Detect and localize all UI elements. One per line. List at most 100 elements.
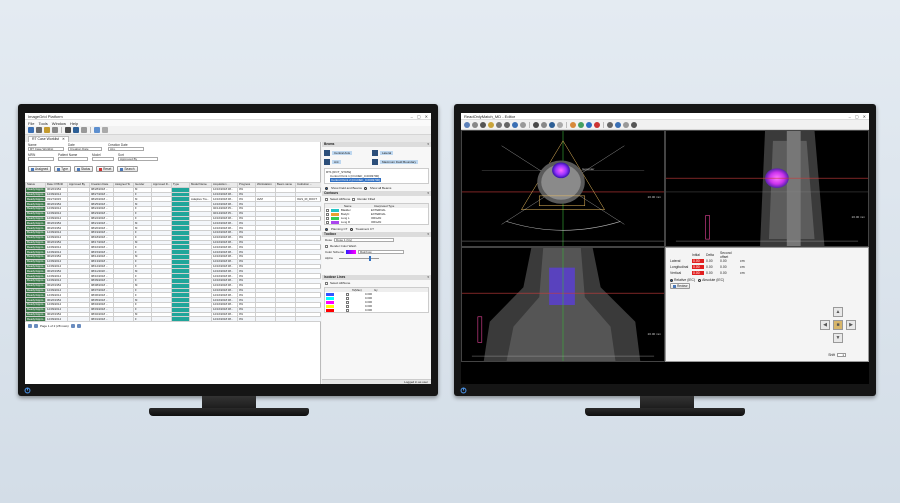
isodose-checkbox[interactable] bbox=[346, 308, 349, 312]
annotate-icon[interactable] bbox=[512, 121, 518, 128]
prev-page-icon[interactable] bbox=[34, 324, 38, 328]
minimize-icon[interactable]: – bbox=[849, 114, 851, 119]
axial-view[interactable]: Isocenter 20.00 mm bbox=[461, 130, 665, 247]
open-icon[interactable] bbox=[28, 127, 34, 133]
isodose-checkbox[interactable] bbox=[346, 296, 349, 300]
link-icon[interactable] bbox=[557, 121, 563, 128]
arrow-down-icon[interactable]: ▼ bbox=[833, 333, 843, 343]
isodose-header[interactable]: Isodose Lines ▾ bbox=[322, 275, 431, 280]
shift-initial-value[interactable]: 0.00 bbox=[692, 270, 706, 276]
treatment-ct-radio[interactable] bbox=[349, 227, 353, 231]
menu-help[interactable]: Help bbox=[70, 121, 78, 126]
arrow-right-icon[interactable]: ▶ bbox=[846, 320, 856, 330]
contour-color-swatch[interactable] bbox=[331, 220, 339, 224]
contour-row[interactable]: Lung R ORGAN bbox=[325, 220, 428, 224]
contour-color-swatch[interactable] bbox=[331, 216, 339, 220]
beam-item-max-field[interactable]: Maximum Field Boundary bbox=[372, 158, 418, 165]
isodose-color-swatch[interactable] bbox=[326, 300, 334, 304]
pin-icon[interactable]: ▾ bbox=[427, 142, 431, 147]
select-all-contours-checkbox[interactable] bbox=[325, 197, 328, 201]
contrast-icon[interactable] bbox=[488, 121, 494, 128]
table-row[interactable]: Ready/Appro... 12/09/2014 08/01/2018 ... F 1… bbox=[25, 316, 321, 322]
shift-input[interactable]: 1 bbox=[837, 353, 846, 357]
render-color-wash-checkbox[interactable] bbox=[325, 244, 328, 248]
arrow-left-icon[interactable]: ◀ bbox=[820, 320, 830, 330]
shift-initial-value[interactable]: 0.00 bbox=[692, 258, 706, 264]
search-button[interactable]: Search bbox=[117, 166, 138, 172]
shift-second-value[interactable]: 0.00 bbox=[720, 259, 740, 263]
show-all-radio[interactable] bbox=[363, 186, 367, 190]
pin-icon[interactable]: ▾ bbox=[427, 232, 431, 237]
beams-header[interactable]: Beams ▾ bbox=[322, 142, 431, 147]
color-scheme-select[interactable]: Rainbow bbox=[358, 250, 405, 254]
absolute-radio[interactable] bbox=[698, 278, 702, 282]
last-page-icon[interactable] bbox=[76, 324, 81, 328]
assigned-button[interactable]: Assigned bbox=[28, 166, 52, 172]
sort-select[interactable]: Approved By bbox=[118, 157, 158, 161]
isodose-checkbox[interactable] bbox=[346, 304, 349, 308]
shift-initial-box[interactable]: 0.00 bbox=[692, 258, 704, 264]
layout-icon[interactable] bbox=[549, 121, 555, 128]
status-button[interactable]: Status bbox=[74, 166, 94, 172]
contour-checkbox[interactable] bbox=[326, 216, 329, 220]
reset-button[interactable]: Reset bbox=[96, 166, 115, 172]
isodose-color-swatch[interactable] bbox=[326, 292, 334, 296]
isodose-icon[interactable] bbox=[594, 121, 600, 128]
export-icon[interactable] bbox=[94, 127, 100, 133]
beam-item-central-axis[interactable]: Central Axis bbox=[324, 149, 370, 156]
isodose-checkbox[interactable] bbox=[346, 292, 349, 296]
shift-second-value[interactable]: 0.00 bbox=[720, 265, 740, 269]
rotate-icon[interactable] bbox=[533, 121, 539, 128]
folder-icon[interactable] bbox=[44, 127, 50, 133]
toolbox-header[interactable]: Toolbox ▾ bbox=[322, 232, 431, 237]
type-button[interactable]: Type bbox=[54, 166, 72, 172]
isodose-color-swatch[interactable] bbox=[326, 296, 334, 300]
name-select[interactable]: RT Case Worklist bbox=[28, 147, 64, 151]
menu-file[interactable]: File bbox=[28, 121, 34, 126]
window-level-icon[interactable] bbox=[480, 121, 486, 128]
pan-icon[interactable] bbox=[472, 121, 478, 128]
menu-window[interactable]: Window bbox=[52, 121, 66, 126]
contour-checkbox[interactable] bbox=[326, 212, 329, 216]
isodose-checkbox[interactable] bbox=[346, 300, 349, 304]
ruler-icon[interactable] bbox=[496, 121, 502, 128]
render-filled-checkbox[interactable] bbox=[352, 197, 356, 201]
isodose-color-swatch[interactable] bbox=[326, 304, 334, 308]
save-icon[interactable] bbox=[36, 127, 42, 133]
contour-checkbox[interactable] bbox=[326, 208, 329, 212]
show-beams-radio[interactable] bbox=[325, 186, 328, 190]
contour-color-swatch[interactable] bbox=[331, 212, 339, 216]
date-select[interactable]: Creation Date bbox=[68, 147, 102, 151]
contour-icon[interactable] bbox=[578, 121, 584, 128]
center-icon[interactable]: ■ bbox=[833, 320, 843, 330]
patient-name-input[interactable] bbox=[58, 157, 88, 161]
printer-icon[interactable] bbox=[81, 127, 87, 133]
arrow-up-icon[interactable]: ▲ bbox=[833, 307, 843, 317]
first-page-icon[interactable] bbox=[28, 324, 32, 328]
capture-icon[interactable] bbox=[631, 121, 637, 128]
sagittal-view[interactable]: 20.00 mm bbox=[665, 130, 869, 247]
beam-icon[interactable] bbox=[586, 121, 592, 128]
angle-icon[interactable] bbox=[504, 121, 510, 128]
dose-icon[interactable] bbox=[570, 121, 576, 128]
alpha-slider-thumb[interactable] bbox=[368, 255, 371, 261]
relative-radio[interactable] bbox=[670, 278, 673, 282]
monitor-icon[interactable] bbox=[65, 127, 71, 133]
shift-initial-box[interactable]: 0.00 bbox=[692, 270, 704, 276]
zoom-icon[interactable] bbox=[464, 121, 470, 128]
flip-icon[interactable] bbox=[541, 121, 547, 128]
tree-child-2[interactable]: Control Point 2 [Ori.DEF_0.0003700] bbox=[330, 178, 382, 182]
isodose-row[interactable]: 0.000 bbox=[325, 308, 428, 312]
database-icon[interactable] bbox=[73, 127, 79, 133]
planning-ct-radio[interactable] bbox=[325, 227, 328, 231]
alpha-slider[interactable] bbox=[338, 255, 379, 261]
help-icon[interactable] bbox=[615, 121, 621, 128]
beam-item-ant[interactable]: Ant bbox=[324, 158, 370, 165]
shift-initial-value[interactable]: 0.00 bbox=[692, 264, 706, 270]
dropdown-icon[interactable] bbox=[102, 127, 108, 133]
menu-tools[interactable]: Tools bbox=[38, 121, 47, 126]
coronal-view[interactable]: 20.00 mm bbox=[461, 247, 665, 362]
isodose-color-swatch[interactable] bbox=[326, 308, 334, 312]
close-icon[interactable]: ✕ bbox=[863, 114, 866, 119]
grid-icon[interactable] bbox=[520, 121, 526, 128]
